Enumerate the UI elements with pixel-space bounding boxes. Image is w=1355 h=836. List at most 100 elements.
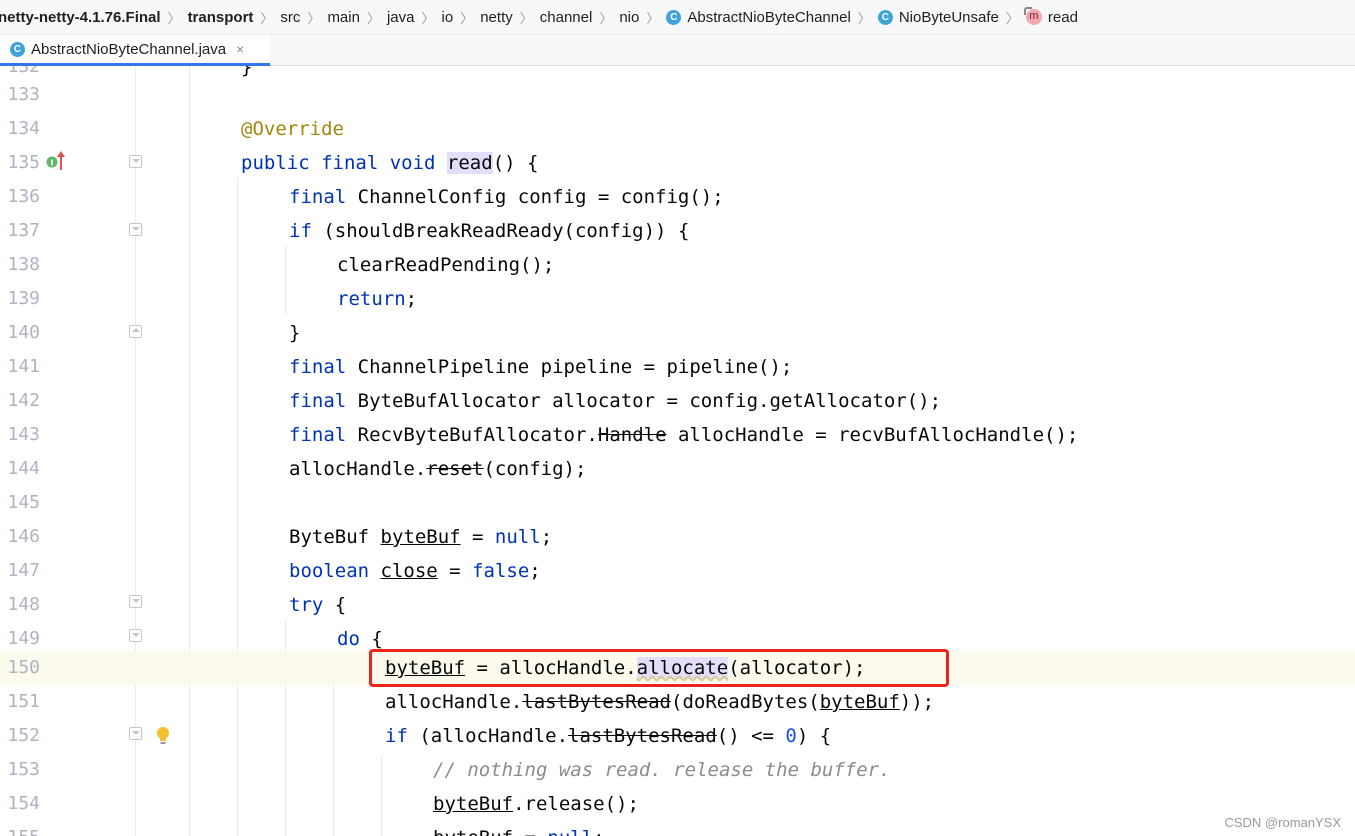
tab-abstract-nio-byte-channel[interactable]: C AbstractNioByteChannel.java × bbox=[0, 35, 270, 66]
code-text: final ByteBufAllocator allocator = confi… bbox=[289, 390, 942, 412]
code-line: 143 final RecvByteBufAllocator.Handle al… bbox=[0, 418, 1355, 452]
line-number: 155 bbox=[0, 821, 40, 836]
code-text: allocHandle.reset(config); bbox=[289, 458, 587, 480]
breadcrumb-separator: 〉 bbox=[519, 10, 533, 26]
code-text: byteBuf.release(); bbox=[433, 793, 639, 815]
highlight-box bbox=[369, 649, 949, 687]
breadcrumb-separator: 〉 bbox=[260, 10, 274, 26]
code-text: try { bbox=[289, 594, 347, 616]
code-line: 155 byteBuf = null; bbox=[0, 821, 1355, 836]
code-editor[interactable]: 132 } 133 134 @Override 135 public final… bbox=[0, 66, 1355, 836]
line-number: 152 bbox=[7, 725, 40, 746]
code-text: clearReadPending(); bbox=[337, 254, 555, 276]
breadcrumb-class[interactable]: C AbstractNioByteChannel bbox=[662, 0, 854, 34]
breadcrumb-nio[interactable]: nio bbox=[615, 0, 643, 34]
code-text: @Override bbox=[241, 118, 344, 140]
line-number: 138 bbox=[7, 254, 40, 275]
code-text: ByteBuf byteBuf = null; bbox=[289, 526, 553, 548]
code-line: 136 final ChannelConfig config = config(… bbox=[0, 180, 1355, 214]
breadcrumb-method-label: read bbox=[1047, 8, 1078, 26]
breadcrumb-project[interactable]: netty-netty-4.1.76.Final bbox=[0, 0, 165, 34]
code-line: 148 try { bbox=[0, 588, 1355, 622]
line-number: 154 bbox=[7, 793, 40, 814]
code-text: final RecvByteBufAllocator.Handle allocH… bbox=[289, 424, 1079, 446]
breadcrumb: netty-netty-4.1.76.Final 〉 transport 〉 s… bbox=[0, 0, 1355, 35]
line-number: 133 bbox=[7, 84, 40, 105]
line-number: 134 bbox=[7, 118, 40, 139]
fold-marker[interactable] bbox=[129, 595, 142, 608]
line-number: 150 bbox=[7, 657, 40, 678]
fold-marker[interactable] bbox=[129, 727, 142, 740]
breadcrumb-main[interactable]: main bbox=[323, 0, 364, 34]
code-line: 145 bbox=[0, 486, 1355, 520]
line-number: 145 bbox=[7, 492, 40, 513]
line-number: 147 bbox=[7, 560, 40, 581]
code-line: 144 allocHandle.reset(config); bbox=[0, 452, 1355, 486]
close-icon[interactable]: × bbox=[236, 41, 244, 57]
line-number: 139 bbox=[7, 288, 40, 309]
code-line: 152 if (allocHandle.lastBytesRead() <= 0… bbox=[0, 719, 1355, 753]
code-text: public final void read() { bbox=[241, 152, 539, 174]
code-line: 139 return; bbox=[0, 282, 1355, 316]
breadcrumb-separator: 〉 bbox=[307, 10, 321, 26]
line-number: 143 bbox=[7, 424, 40, 445]
code-comment: // nothing was read. release the buffer. bbox=[433, 759, 891, 781]
code-line: 138 clearReadPending(); bbox=[0, 248, 1355, 282]
implements-method-icon[interactable]: I bbox=[46, 150, 66, 172]
class-icon: C bbox=[10, 41, 25, 57]
lightbulb-icon[interactable] bbox=[155, 725, 171, 747]
fold-marker[interactable] bbox=[129, 629, 142, 642]
code-text: byteBuf = null; bbox=[433, 821, 605, 836]
breadcrumb-separator: 〉 bbox=[599, 10, 613, 26]
breadcrumb-separator: 〉 bbox=[167, 10, 181, 26]
breadcrumb-src[interactable]: src bbox=[276, 0, 304, 34]
line-number: 135 bbox=[7, 152, 40, 173]
breadcrumb-channel[interactable]: channel bbox=[536, 0, 597, 34]
line-number: 140 bbox=[7, 322, 40, 343]
fold-marker[interactable] bbox=[129, 325, 142, 338]
breadcrumb-module[interactable]: transport bbox=[184, 0, 258, 34]
line-number: 137 bbox=[7, 220, 40, 241]
code-line: 137 if (shouldBreakReadReady(config)) { bbox=[0, 214, 1355, 248]
code-line: 140 } bbox=[0, 316, 1355, 350]
code-text: final ChannelPipeline pipeline = pipelin… bbox=[289, 356, 793, 378]
code-line: 146 ByteBuf byteBuf = null; bbox=[0, 520, 1355, 554]
breadcrumb-separator: 〉 bbox=[421, 10, 435, 26]
breadcrumb-separator: 〉 bbox=[857, 10, 871, 26]
breadcrumb-java[interactable]: java bbox=[383, 0, 419, 34]
method-icon: m bbox=[1023, 7, 1042, 25]
code-line: 142 final ByteBufAllocator allocator = c… bbox=[0, 384, 1355, 418]
class-icon: C bbox=[666, 9, 682, 25]
line-number: 148 bbox=[7, 594, 40, 615]
code-text: allocHandle.lastBytesRead(doReadBytes(by… bbox=[385, 691, 935, 713]
fold-marker[interactable] bbox=[129, 223, 142, 236]
line-number: 141 bbox=[7, 356, 40, 377]
breadcrumb-inner-class[interactable]: C NioByteUnsafe bbox=[874, 0, 1003, 34]
breadcrumb-io[interactable]: io bbox=[438, 0, 458, 34]
breadcrumb-inner-class-label: NioByteUnsafe bbox=[898, 8, 999, 26]
editor-tab-bar: C AbstractNioByteChannel.java × bbox=[0, 35, 1355, 66]
breadcrumb-separator: 〉 bbox=[646, 10, 660, 26]
code-line: 154 byteBuf.release(); bbox=[0, 787, 1355, 821]
line-number: 153 bbox=[7, 759, 40, 780]
line-number: 151 bbox=[7, 691, 40, 712]
code-line: 133 bbox=[0, 78, 1355, 112]
tab-label: AbstractNioByteChannel.java bbox=[31, 40, 227, 58]
fold-marker[interactable] bbox=[129, 155, 142, 168]
breadcrumb-method[interactable]: m read bbox=[1022, 0, 1082, 34]
line-number: 142 bbox=[7, 390, 40, 411]
code-text: if (shouldBreakReadReady(config)) { bbox=[289, 220, 690, 242]
code-text: if (allocHandle.lastBytesRead() <= 0) { bbox=[385, 725, 832, 747]
code-line: 147 boolean close = false; bbox=[0, 554, 1355, 588]
watermark: CSDN @romanYSX bbox=[1224, 815, 1341, 830]
code-text: boolean close = false; bbox=[289, 560, 541, 582]
code-line: 135 public final void read() { bbox=[0, 146, 1355, 180]
code-line: 134 @Override bbox=[0, 112, 1355, 146]
code-text: } bbox=[289, 322, 301, 344]
code-text: return; bbox=[337, 288, 418, 310]
code-line: 141 final ChannelPipeline pipeline = pip… bbox=[0, 350, 1355, 384]
code-text: final ChannelConfig config = config(); bbox=[289, 186, 724, 208]
class-icon: C bbox=[877, 9, 893, 25]
line-number: 136 bbox=[7, 186, 40, 207]
breadcrumb-netty[interactable]: netty bbox=[476, 0, 517, 34]
